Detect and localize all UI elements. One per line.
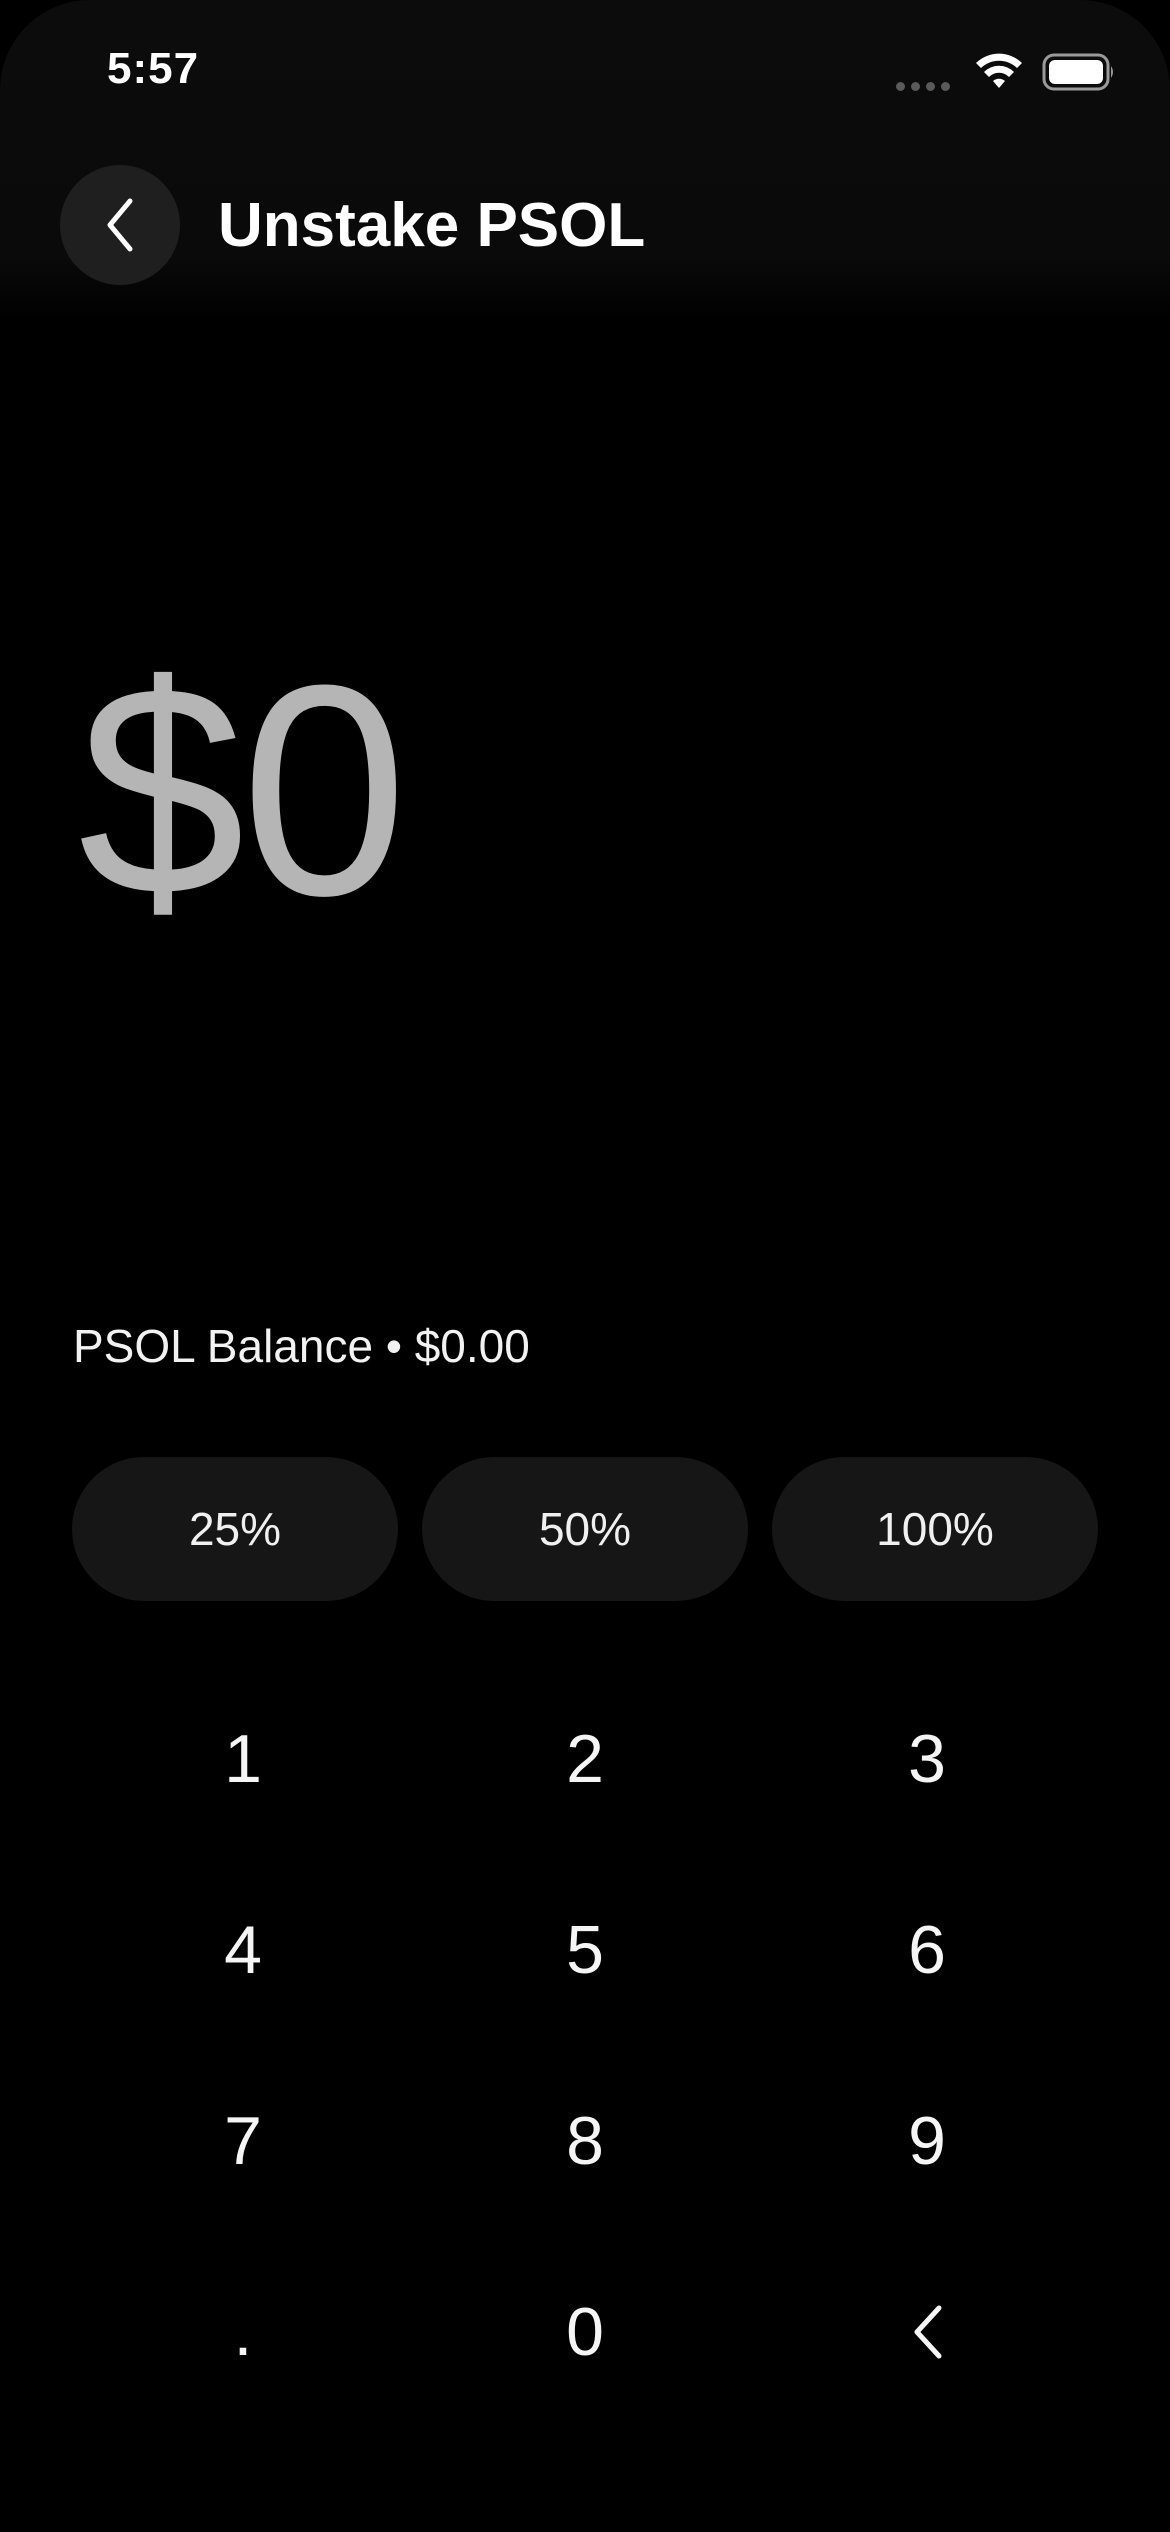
chevron-left-icon xyxy=(914,2305,942,2358)
key-7[interactable]: 7 xyxy=(72,2045,414,2236)
key-8[interactable]: 8 xyxy=(414,2045,756,2236)
page-title: Unstake PSOL xyxy=(218,191,646,260)
key-decimal[interactable]: . xyxy=(72,2236,414,2427)
signal-icon xyxy=(896,54,950,91)
key-1[interactable]: 1 xyxy=(72,1663,414,1854)
back-button[interactable] xyxy=(60,165,180,285)
wifi-icon xyxy=(976,53,1022,88)
backspace-key[interactable] xyxy=(756,2236,1098,2427)
amount-display: $0 xyxy=(78,622,408,958)
percent-buttons: 25% 50% 100% xyxy=(72,1457,1098,1601)
psol-balance: PSOL Balance • $0.00 xyxy=(73,1320,530,1372)
chevron-left-icon xyxy=(107,198,133,252)
key-9[interactable]: 9 xyxy=(756,2045,1098,2236)
key-6[interactable]: 6 xyxy=(756,1854,1098,2045)
battery-icon xyxy=(1042,53,1113,91)
key-0[interactable]: 0 xyxy=(414,2236,756,2427)
key-2[interactable]: 2 xyxy=(414,1663,756,1854)
percent-100-button[interactable]: 100% xyxy=(772,1457,1098,1601)
key-3[interactable]: 3 xyxy=(756,1663,1098,1854)
numeric-keypad: 1 2 3 4 5 6 7 8 9 . 0 xyxy=(72,1663,1098,2427)
status-icons xyxy=(896,52,1116,92)
key-5[interactable]: 5 xyxy=(414,1854,756,2045)
status-time: 5:57 xyxy=(107,44,200,93)
key-4[interactable]: 4 xyxy=(72,1854,414,2045)
percent-50-button[interactable]: 50% xyxy=(422,1457,748,1601)
unstake-screen: 5:57 Unstake PSOL $0 PSOL Balance • $0.0… xyxy=(0,0,1170,2532)
percent-25-button[interactable]: 25% xyxy=(72,1457,398,1601)
